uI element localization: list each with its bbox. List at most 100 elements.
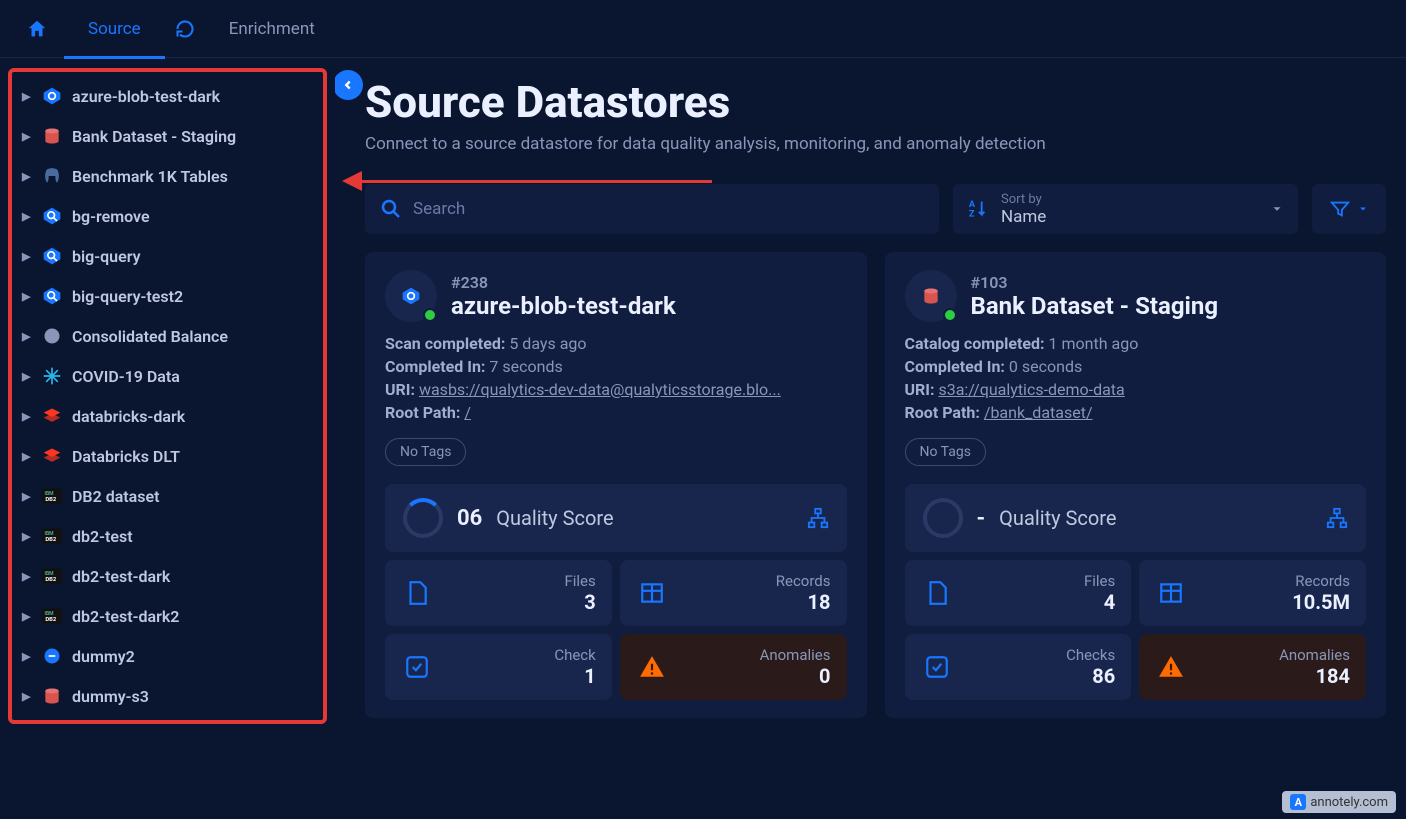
sidebar-item[interactable]: ▶ dummy-s3 xyxy=(14,676,321,716)
main-panel: Source Datastores Connect to a source da… xyxy=(335,58,1406,819)
quality-score-row[interactable]: 06 Quality Score xyxy=(385,484,847,552)
card-name: Bank Dataset - Staging xyxy=(971,292,1219,320)
tag-chip[interactable]: No Tags xyxy=(905,438,986,466)
sort-dropdown[interactable]: AZ Sort by Name xyxy=(953,184,1298,234)
quality-score-label: Quality Score xyxy=(999,506,1312,530)
postgres-icon xyxy=(42,166,62,186)
stat-anomalies[interactable]: Anomalies0 xyxy=(620,634,847,700)
azure-icon xyxy=(42,86,62,106)
page-title: Source Datastores xyxy=(365,76,1386,128)
sidebar-item-label: Bank Dataset - Staging xyxy=(72,127,313,146)
db2-icon: IBMDB2 xyxy=(42,526,62,546)
chevron-right-icon: ▶ xyxy=(22,130,32,143)
sort-label: Sort by xyxy=(1001,192,1258,207)
sidebar-item[interactable]: ▶ dummy2 xyxy=(14,636,321,676)
quality-score-row[interactable]: - Quality Score xyxy=(905,484,1367,552)
check-icon xyxy=(401,654,433,680)
card-icon xyxy=(385,270,437,322)
search-icon xyxy=(379,197,403,221)
stat-checks[interactable]: Checks86 xyxy=(905,634,1132,700)
bigquery-icon xyxy=(42,206,62,226)
stat-records[interactable]: Records10.5M xyxy=(1139,560,1366,626)
annotely-watermark: Aannotely.com xyxy=(1282,791,1396,813)
datastore-card[interactable]: #238 azure-blob-test-dark Scan completed… xyxy=(365,252,867,718)
uri-link[interactable]: wasbs://qualytics-dev-data@qualyticsstor… xyxy=(419,380,781,399)
warning-icon xyxy=(1155,654,1187,680)
filter-button[interactable] xyxy=(1312,184,1386,234)
card-id: #103 xyxy=(971,273,1219,292)
databricks-icon xyxy=(42,446,62,466)
sidebar-item-label: azure-blob-test-dark xyxy=(72,87,313,106)
root-path-link[interactable]: /bank_dataset/ xyxy=(984,403,1093,422)
datastore-card[interactable]: #103 Bank Dataset - Staging Catalog comp… xyxy=(885,252,1387,718)
sidebar-item[interactable]: ▶ big-query xyxy=(14,236,321,276)
sidebar-item-label: DB2 dataset xyxy=(72,487,313,506)
db2-icon: IBMDB2 xyxy=(42,486,62,506)
bigquery-icon xyxy=(42,286,62,306)
generic-blue-icon xyxy=(42,646,62,666)
status-dot xyxy=(943,308,957,322)
stat-files[interactable]: Files4 xyxy=(905,560,1132,626)
stat-checks[interactable]: Check1 xyxy=(385,634,612,700)
chevron-down-icon xyxy=(1357,203,1369,215)
chevron-right-icon: ▶ xyxy=(22,290,32,303)
file-icon xyxy=(401,580,433,606)
stat-anomalies[interactable]: Anomalies184 xyxy=(1139,634,1366,700)
chevron-right-icon: ▶ xyxy=(22,570,32,583)
tag-chip[interactable]: No Tags xyxy=(385,438,466,466)
card-name: azure-blob-test-dark xyxy=(451,292,676,320)
chevron-right-icon: ▶ xyxy=(22,210,32,223)
refresh-icon[interactable] xyxy=(165,19,205,39)
hierarchy-icon[interactable] xyxy=(807,507,829,529)
sidebar-item[interactable]: ▶ big-query-test2 xyxy=(14,276,321,316)
sidebar-item-label: big-query xyxy=(72,247,313,266)
home-icon[interactable] xyxy=(10,18,64,40)
sidebar-item[interactable]: ▶ COVID-19 Data xyxy=(14,356,321,396)
warning-icon xyxy=(636,654,668,680)
hierarchy-icon[interactable] xyxy=(1326,507,1348,529)
chevron-right-icon: ▶ xyxy=(22,410,32,423)
card-icon xyxy=(905,270,957,322)
sidebar-item[interactable]: ▶ IBMDB2 DB2 dataset xyxy=(14,476,321,516)
bigquery-icon xyxy=(42,246,62,266)
search-input[interactable] xyxy=(413,199,925,219)
chevron-right-icon: ▶ xyxy=(22,490,32,503)
stat-records[interactable]: Records18 xyxy=(620,560,847,626)
sidebar-item[interactable]: ▶ Consolidated Balance xyxy=(14,316,321,356)
sidebar-item[interactable]: ▶ IBMDB2 db2-test xyxy=(14,516,321,556)
chevron-right-icon: ▶ xyxy=(22,250,32,263)
sidebar-item[interactable]: ▶ IBMDB2 db2-test-dark2 xyxy=(14,596,321,636)
tab-source[interactable]: Source xyxy=(64,0,165,58)
svg-text:DB2: DB2 xyxy=(45,577,57,583)
chevron-right-icon: ▶ xyxy=(22,170,32,183)
db2-icon: IBMDB2 xyxy=(42,566,62,586)
toolbar: AZ Sort by Name xyxy=(365,184,1386,234)
sidebar-item[interactable]: ▶ databricks-dark xyxy=(14,396,321,436)
sidebar-item-label: db2-test-dark xyxy=(72,567,313,586)
quality-ring-icon xyxy=(923,498,963,538)
sidebar-item[interactable]: ▶ Databricks DLT xyxy=(14,436,321,476)
search-box[interactable] xyxy=(365,184,939,234)
sidebar-item[interactable]: ▶ IBMDB2 db2-test-dark xyxy=(14,556,321,596)
tab-enrichment[interactable]: Enrichment xyxy=(205,0,339,58)
filter-icon xyxy=(1329,198,1351,220)
sidebar-item[interactable]: ▶ Bank Dataset - Staging xyxy=(14,116,321,156)
sidebar: ▶ azure-blob-test-dark▶ Bank Dataset - S… xyxy=(0,58,335,819)
sidebar-item[interactable]: ▶ bg-remove xyxy=(14,196,321,236)
stat-files[interactable]: Files3 xyxy=(385,560,612,626)
collapse-sidebar-button[interactable] xyxy=(335,70,363,100)
sort-value: Name xyxy=(1001,207,1258,227)
root-path-link[interactable]: / xyxy=(464,403,471,422)
snowflake-icon xyxy=(42,366,62,386)
sidebar-item-label: databricks-dark xyxy=(72,407,313,426)
chevron-right-icon: ▶ xyxy=(22,610,32,623)
sidebar-item[interactable]: ▶ azure-blob-test-dark xyxy=(14,76,321,116)
s3-icon xyxy=(42,126,62,146)
sidebar-item-label: bg-remove xyxy=(72,207,313,226)
chevron-right-icon: ▶ xyxy=(22,650,32,663)
uri-link[interactable]: s3a://qualytics-demo-data xyxy=(938,380,1124,399)
quality-ring-icon xyxy=(403,498,443,538)
sidebar-item[interactable]: ▶ Benchmark 1K Tables xyxy=(14,156,321,196)
svg-text:DB2: DB2 xyxy=(45,497,57,503)
chevron-right-icon: ▶ xyxy=(22,370,32,383)
